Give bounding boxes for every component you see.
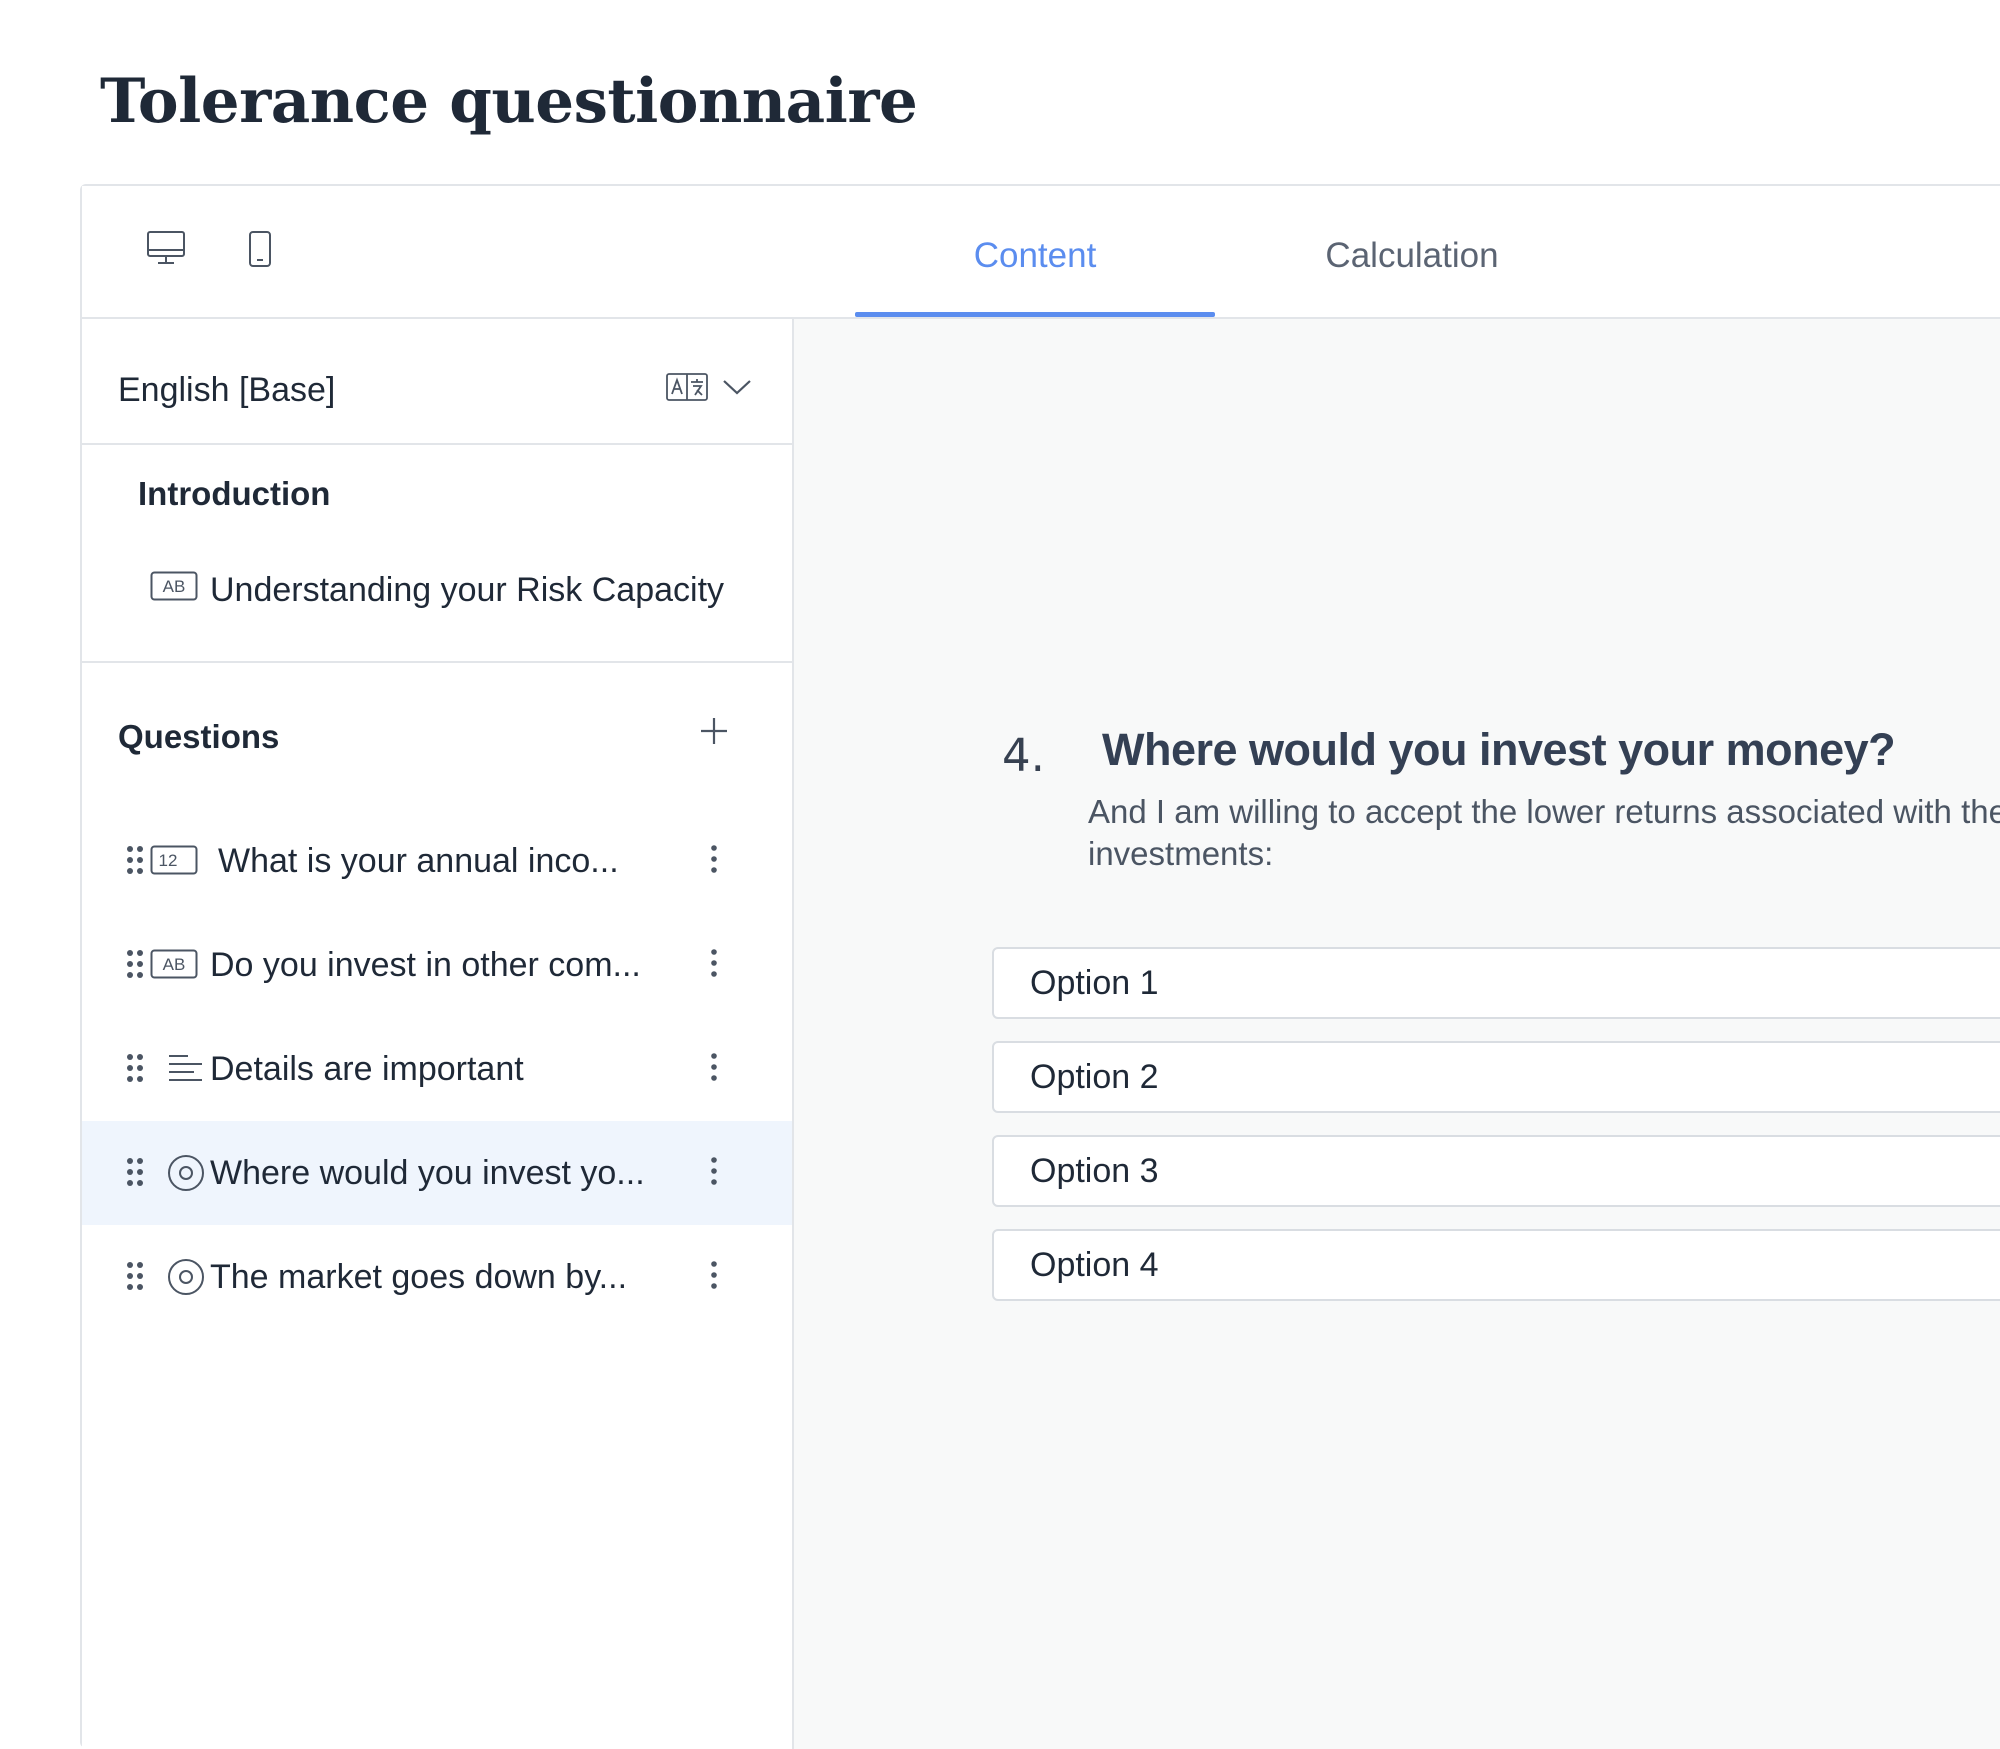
desktop-icon[interactable] xyxy=(146,230,186,266)
mobile-icon[interactable] xyxy=(248,230,272,268)
more-vertical-icon[interactable] xyxy=(694,1255,734,1295)
svg-text:AB: AB xyxy=(163,577,186,596)
more-vertical-icon[interactable] xyxy=(694,839,734,879)
editor-toolbar: Content Calculation xyxy=(82,186,2000,319)
answer-option[interactable]: Option 1 xyxy=(992,947,2000,1019)
sidebar: English [Base] Introduction AB Understan… xyxy=(82,319,794,1749)
question-item-selected[interactable]: Where would you invest yo... xyxy=(82,1121,792,1225)
question-label: What is your annual inco... xyxy=(218,842,619,880)
introduction-item[interactable]: AB Understanding your Risk Capacity xyxy=(150,571,724,610)
question-label: The market goes down by... xyxy=(210,1258,628,1296)
questions-heading: Questions xyxy=(118,718,280,755)
drag-handle-icon[interactable] xyxy=(126,1261,144,1296)
more-vertical-icon[interactable] xyxy=(694,1047,734,1087)
question-preview: 4. Where would you invest your money? An… xyxy=(794,319,2000,1749)
question-title: Where would you invest your money? xyxy=(1102,724,1896,775)
drag-handle-icon[interactable] xyxy=(126,1053,144,1088)
more-vertical-icon[interactable] xyxy=(694,943,734,983)
language-selector[interactable]: English [Base] xyxy=(82,319,792,445)
add-question-button[interactable] xyxy=(694,713,734,753)
answer-option[interactable]: Option 4 xyxy=(992,1229,2000,1301)
drag-handle-icon[interactable] xyxy=(126,845,144,880)
tab-content-label: Content xyxy=(973,236,1097,275)
tab-calculation-label: Calculation xyxy=(1325,236,1499,275)
tab-content[interactable]: Content xyxy=(855,236,1215,317)
answer-options: Option 1 Option 2 Option 3 Option 4 xyxy=(992,947,2000,1323)
drag-handle-icon[interactable] xyxy=(126,949,144,984)
question-item[interactable]: Details are important xyxy=(82,1017,792,1121)
svg-text:AB: AB xyxy=(163,955,186,974)
questions-list: 12 What is your annual inco... AB Do you… xyxy=(82,809,792,1329)
question-label: Details are important xyxy=(210,1050,524,1088)
question-number: 4. xyxy=(1002,729,1045,782)
question-label: Do you invest in other com... xyxy=(210,946,641,984)
more-vertical-icon[interactable] xyxy=(694,1151,734,1191)
text-ab-icon: AB xyxy=(150,571,198,610)
introduction-heading: Introduction xyxy=(138,475,331,512)
editor-frame: Content Calculation English [Base] Intro… xyxy=(80,184,2000,1749)
tab-calculation[interactable]: Calculation xyxy=(1252,236,1572,316)
active-tab-indicator xyxy=(855,312,1215,317)
plus-icon xyxy=(699,716,729,751)
page-title: Tolerance questionnaire xyxy=(100,66,918,137)
answer-option[interactable]: Option 2 xyxy=(992,1041,2000,1113)
language-label: English [Base] xyxy=(118,371,336,409)
question-label: Where would you invest yo... xyxy=(210,1154,645,1192)
drag-handle-icon[interactable] xyxy=(126,1157,144,1192)
paragraph-icon xyxy=(168,1053,204,1088)
question-description: And I am willing to accept the lower ret… xyxy=(1088,793,2000,872)
text-ab-icon: AB xyxy=(150,949,198,984)
introduction-section: Introduction AB Understanding your Risk … xyxy=(82,445,792,663)
question-item[interactable]: 12 What is your annual inco... xyxy=(82,809,792,913)
svg-text:12: 12 xyxy=(159,851,178,870)
introduction-item-label: Understanding your Risk Capacity xyxy=(210,571,725,609)
translate-icon xyxy=(666,373,708,406)
chevron-down-icon[interactable] xyxy=(722,378,752,401)
radio-icon xyxy=(166,1153,206,1198)
number-icon: 12 xyxy=(150,845,198,880)
answer-option[interactable]: Option 3 xyxy=(992,1135,2000,1207)
radio-icon xyxy=(166,1257,206,1302)
question-item[interactable]: AB Do you invest in other com... xyxy=(82,913,792,1017)
question-item[interactable]: The market goes down by... xyxy=(82,1225,792,1329)
